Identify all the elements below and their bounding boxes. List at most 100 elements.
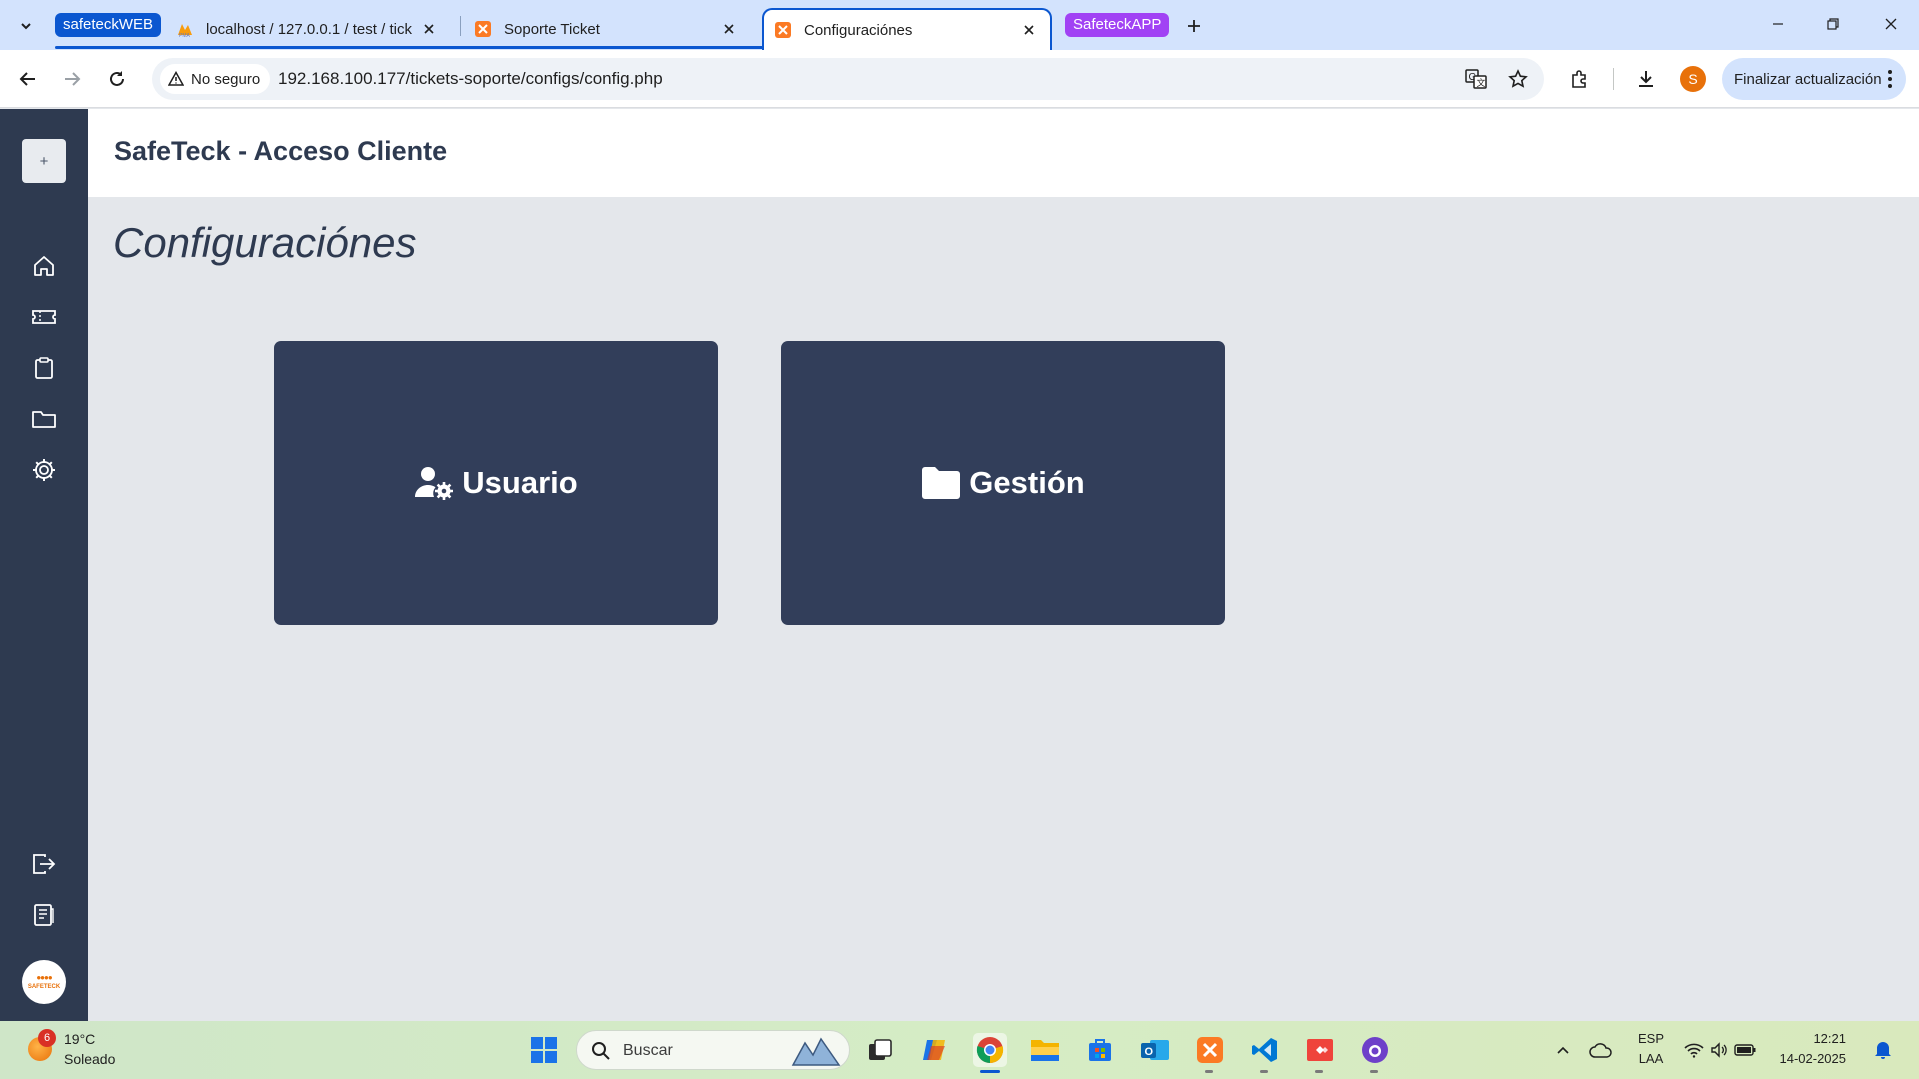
update-label: Finalizar actualización bbox=[1734, 70, 1882, 88]
tab-configuraciones[interactable]: Configuraciónes bbox=[762, 8, 1052, 50]
windows-taskbar: 6 19°C Soleado Buscar O ESP LAA 12:21 14… bbox=[0, 1021, 1919, 1079]
security-label: No seguro bbox=[191, 70, 261, 88]
close-window-button[interactable] bbox=[1871, 8, 1911, 40]
bookmark-button[interactable] bbox=[1506, 67, 1530, 91]
xampp-button[interactable] bbox=[1193, 1033, 1227, 1067]
network-volume-battery[interactable] bbox=[1680, 1033, 1760, 1067]
usuario-card[interactable]: Usuario bbox=[274, 341, 718, 625]
clock-date[interactable]: 14-02-2025 bbox=[1776, 1051, 1847, 1066]
notifications-button[interactable] bbox=[1868, 1033, 1898, 1067]
home-icon[interactable] bbox=[29, 251, 59, 281]
onedrive-button[interactable] bbox=[1584, 1033, 1618, 1067]
extensions-button[interactable] bbox=[1564, 63, 1596, 95]
chrome-taskbar-button[interactable] bbox=[973, 1033, 1007, 1067]
task-view-button[interactable] bbox=[863, 1033, 897, 1067]
close-icon[interactable] bbox=[718, 18, 740, 40]
profile-avatar[interactable]: S bbox=[1680, 66, 1706, 92]
url-text[interactable]: 192.168.100.177/tickets-soporte/configs/… bbox=[278, 69, 663, 89]
battery-icon bbox=[1734, 1044, 1756, 1056]
header-title: SafeTeck - Acceso Cliente bbox=[114, 136, 448, 166]
xampp-icon bbox=[475, 21, 491, 37]
minimize-button[interactable] bbox=[1758, 8, 1798, 40]
chevron-up-icon bbox=[1557, 1046, 1569, 1054]
translate-icon: G文 bbox=[1465, 69, 1487, 89]
folder-icon[interactable] bbox=[29, 404, 59, 434]
downloads-button[interactable] bbox=[1630, 63, 1662, 95]
wifi-icon bbox=[1684, 1043, 1704, 1058]
copilot-button[interactable] bbox=[918, 1033, 952, 1067]
close-icon[interactable] bbox=[418, 18, 440, 40]
restore-icon bbox=[1827, 18, 1839, 30]
store-icon bbox=[1089, 1039, 1111, 1061]
update-button[interactable]: Finalizar actualización bbox=[1722, 58, 1906, 100]
bell-icon bbox=[1875, 1042, 1891, 1059]
keyboard-layout-indicator[interactable]: LAA bbox=[1636, 1051, 1666, 1066]
file-explorer-button[interactable] bbox=[1028, 1033, 1062, 1067]
reload-icon bbox=[110, 71, 124, 86]
restore-button[interactable] bbox=[1813, 8, 1853, 40]
usuario-card-label: Usuario bbox=[462, 465, 578, 500]
logo-dots: ●●●● bbox=[36, 973, 52, 982]
sidebar-add-button[interactable]: + bbox=[22, 139, 66, 183]
tab-phpmyadmin[interactable]: PMA localhost / 127.0.0.1 / test / tick bbox=[160, 8, 452, 50]
taskbar-search[interactable]: Buscar bbox=[576, 1030, 850, 1070]
tab-soporte-ticket[interactable]: Soporte Ticket bbox=[462, 8, 752, 50]
chrome-running-indicator bbox=[980, 1070, 1000, 1073]
close-icon[interactable] bbox=[1018, 19, 1040, 41]
sidebar: + ●●●● SAFETECK bbox=[0, 109, 88, 1021]
tab-title: Configuraciónes bbox=[804, 21, 913, 39]
tab-search-button[interactable] bbox=[12, 12, 39, 39]
address-bar[interactable]: No seguro 192.168.100.177/tickets-soport… bbox=[152, 58, 1544, 100]
browser-tab-strip: safeteckWEB PMA localhost / 127.0.0.1 / … bbox=[0, 0, 1919, 50]
more-vert-icon bbox=[1888, 70, 1892, 88]
vscode-button[interactable] bbox=[1248, 1033, 1282, 1067]
outlook-button[interactable]: O bbox=[1138, 1033, 1172, 1067]
reload-button[interactable] bbox=[101, 63, 133, 95]
anydesk-button[interactable] bbox=[1303, 1033, 1337, 1067]
phpmyadmin-icon: PMA bbox=[178, 24, 192, 38]
cloud-icon bbox=[1589, 1043, 1612, 1058]
close-icon bbox=[1885, 18, 1897, 30]
clipboard-icon[interactable] bbox=[29, 353, 59, 383]
star-icon bbox=[1508, 69, 1528, 88]
svg-text:O: O bbox=[1145, 1046, 1154, 1058]
notes-icon[interactable] bbox=[29, 900, 59, 930]
language-indicator[interactable]: ESP bbox=[1636, 1031, 1666, 1046]
vscode-running-indicator bbox=[1260, 1070, 1268, 1073]
weather-temperature[interactable]: 19°C bbox=[64, 1031, 95, 1047]
github-icon bbox=[1362, 1037, 1388, 1063]
settings-icon[interactable] bbox=[29, 455, 59, 485]
logout-icon[interactable] bbox=[29, 849, 59, 879]
arrow-left-icon bbox=[19, 72, 35, 86]
start-button[interactable] bbox=[527, 1033, 561, 1067]
chevron-down-icon bbox=[20, 22, 31, 29]
svg-text:文: 文 bbox=[1477, 77, 1486, 88]
main-content: Configuraciónes Usuario Gestión bbox=[88, 197, 1919, 1021]
ticket-icon[interactable] bbox=[29, 302, 59, 332]
show-hidden-icons-button[interactable] bbox=[1546, 1033, 1580, 1067]
new-tab-button[interactable] bbox=[1180, 12, 1208, 40]
clock-time[interactable]: 12:21 bbox=[1776, 1031, 1846, 1046]
xampp-icon bbox=[1197, 1037, 1223, 1063]
forward-button[interactable] bbox=[56, 63, 88, 95]
tab-title: localhost / 127.0.0.1 / test / tick bbox=[206, 20, 412, 38]
translate-button[interactable]: G文 bbox=[1464, 67, 1488, 91]
gestion-card[interactable]: Gestión bbox=[781, 341, 1225, 625]
github-desktop-button[interactable] bbox=[1358, 1033, 1392, 1067]
tab-group-chip-safeteckapp[interactable]: SafeteckAPP bbox=[1065, 13, 1170, 37]
github-running-indicator bbox=[1370, 1070, 1378, 1073]
microsoft-store-button[interactable] bbox=[1083, 1033, 1117, 1067]
safeteck-logo: ●●●● SAFETECK bbox=[22, 960, 66, 1004]
minimize-icon bbox=[1773, 23, 1783, 25]
back-button[interactable] bbox=[12, 63, 44, 95]
file-explorer-icon bbox=[1031, 1040, 1059, 1061]
xampp-icon bbox=[775, 22, 791, 38]
weather-condition[interactable]: Soleado bbox=[64, 1051, 115, 1067]
outlook-icon: O bbox=[1141, 1040, 1169, 1060]
tab-group-chip-safeteckweb[interactable]: safeteckWEB bbox=[55, 13, 162, 37]
task-view-icon bbox=[869, 1039, 892, 1060]
security-chip[interactable]: No seguro bbox=[160, 64, 271, 94]
search-placeholder: Buscar bbox=[623, 1042, 673, 1059]
svg-text:PMA: PMA bbox=[179, 33, 191, 38]
xampp-running-indicator bbox=[1205, 1070, 1213, 1073]
